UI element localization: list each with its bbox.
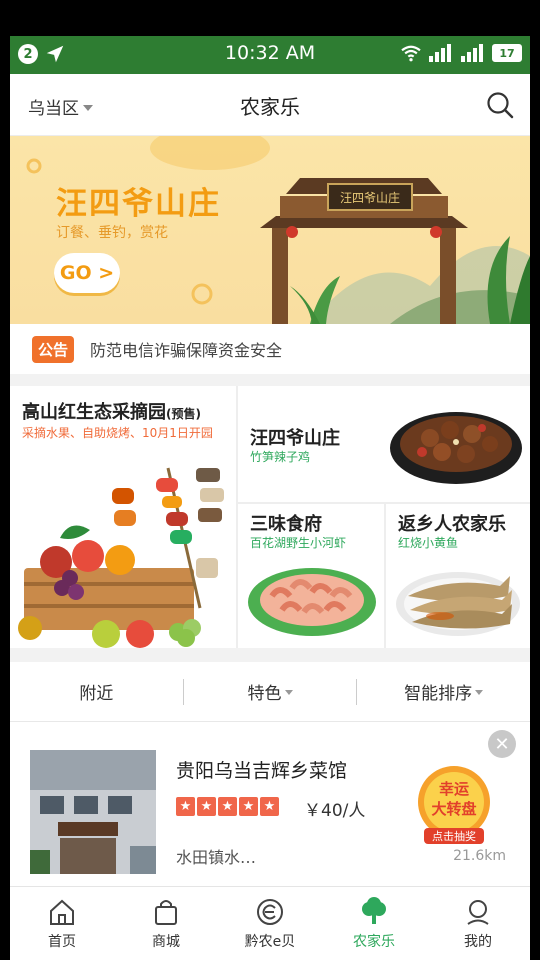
star-icon: ★ [260,797,279,816]
lucky-wheel-promo-icon[interactable]: 幸运 大转盘 点击抽奖 [414,762,494,852]
feature-title-text: 高山红生态采摘园 [22,402,166,423]
tab-label: 我的 [464,934,492,950]
dropdown-arrow-icon [284,690,293,695]
tree-icon [362,897,386,924]
announcement-bar[interactable]: 公告 防范电信诈骗保障资金安全 [10,324,530,374]
tab-label: 商城 [152,934,180,950]
filter-feature[interactable]: 特色 [184,679,357,704]
tab-mall[interactable]: 商城 [114,887,218,960]
dropdown-arrow-icon [475,690,484,695]
star-icon: ★ [239,797,258,816]
listing-price: ￥40/人 [304,801,366,821]
feature-subtitle: 采摘水果、自助烧烤、10月1日开园 [22,426,213,440]
star-icon: ★ [176,797,195,816]
app-header: 乌当区 农家乐 [10,74,530,136]
page-title: 农家乐 [240,95,300,119]
gate-sign-text: 汪四爷山庄 [340,190,400,205]
promo-cta-text: 点击抽奖 [432,829,476,843]
star-icon: ★ [218,797,237,816]
shrimp-dish-image [248,568,376,636]
user-icon [467,900,489,925]
feature-card-san-wei[interactable]: 三味食府 百花湖野生小河虾 [238,504,384,648]
spicy-chicken-dish-image [390,412,522,484]
presale-badge: (预售) [166,407,201,421]
feature-card-fan-xiang-ren[interactable]: 返乡人农家乐 红烧小黄鱼 [386,504,530,648]
tab-qiannong[interactable]: 黔农e贝 [218,887,322,960]
feature-subtitle: 红烧小黄鱼 [398,536,459,550]
listing-item[interactable]: 贵阳乌当吉辉乡菜馆 ★ ★ ★ ★ ★ ￥40/人 水田镇水… 21.6km ✕ 幸运 … [10,722,530,886]
feature-title: 三味食府 [250,514,322,535]
feature-subtitle: 竹笋辣子鸡 [250,450,311,464]
tab-label: 黔农e贝 [244,934,296,950]
announcement-text: 防范电信诈骗保障资金安全 [90,341,283,360]
tab-label: 农家乐 [353,934,395,950]
bottom-tab-bar: 首页 商城 黔农e贝 农家乐 我的 [10,886,530,960]
promo-banner[interactable]: 汪四爷山庄 汪四爷山庄 订餐、垂钓，赏花 GO > [10,136,530,324]
feature-title: 高山红生态采摘园(预售) [22,398,201,424]
promo-text: 幸运 [439,780,469,798]
fruit-basket-image [18,467,224,648]
wifi-icon [401,45,421,62]
status-icons: 17 [400,44,522,62]
banner-title: 汪四爷山庄 [56,186,221,222]
feature-title: 汪四爷山庄 [250,428,340,449]
tab-label: 首页 [48,934,76,950]
shopping-bag-icon [155,900,177,925]
banner-go-button[interactable]: GO > [54,253,120,293]
feature-subtitle: 百花湖野生小河虾 [250,536,347,550]
filter-sort[interactable]: 智能排序 [357,679,530,704]
app-screen: 2 10:32 AM 17 乌当区 农家乐 汪四爷山庄 汪四爷山庄 订餐、垂钓，… [10,36,530,960]
signal-icon [461,44,483,62]
yellow-fish-dish-image [396,572,520,636]
promo-text: 大转盘 [431,800,476,818]
feature-card-wang-si-ye[interactable]: 汪四爷山庄 竹笋辣子鸡 [238,386,530,502]
e-coin-icon [257,899,283,925]
tab-home[interactable]: 首页 [10,887,114,960]
search-icon[interactable] [486,91,514,119]
battery-icon: 17 [492,44,522,62]
feature-title: 返乡人农家乐 [398,514,506,535]
announcement-tag: 公告 [32,335,75,363]
feature-card-orchard[interactable]: 高山红生态采摘园(预售) 采摘水果、自助烧烤、10月1日开园 [10,386,236,648]
filter-label: 附近 [79,684,114,704]
filter-bar: 附近 特色 智能排序 [10,662,530,722]
listing-name: 贵阳乌当吉辉乡菜馆 [176,760,348,782]
close-icon[interactable]: ✕ [488,730,516,758]
feature-grid: 高山红生态采摘园(预售) 采摘水果、自助烧烤、10月1日开园 汪四爷山庄 竹笋辣… [10,386,530,648]
signal-icon [429,44,451,62]
star-rating: ★ ★ ★ ★ ★ [176,797,279,816]
banner-subtitle: 订餐、垂钓，赏花 [56,225,168,241]
filter-nearby[interactable]: 附近 [10,679,183,704]
tab-profile[interactable]: 我的 [426,887,530,960]
status-bar: 2 10:32 AM 17 [10,36,530,74]
home-icon [50,899,74,925]
tab-farmhouse[interactable]: 农家乐 [322,887,426,960]
restaurant-photo [30,750,156,874]
star-icon: ★ [197,797,216,816]
filter-label: 特色 [247,684,282,704]
listing-address: 水田镇水… [176,848,257,867]
filter-label: 智能排序 [404,684,473,704]
